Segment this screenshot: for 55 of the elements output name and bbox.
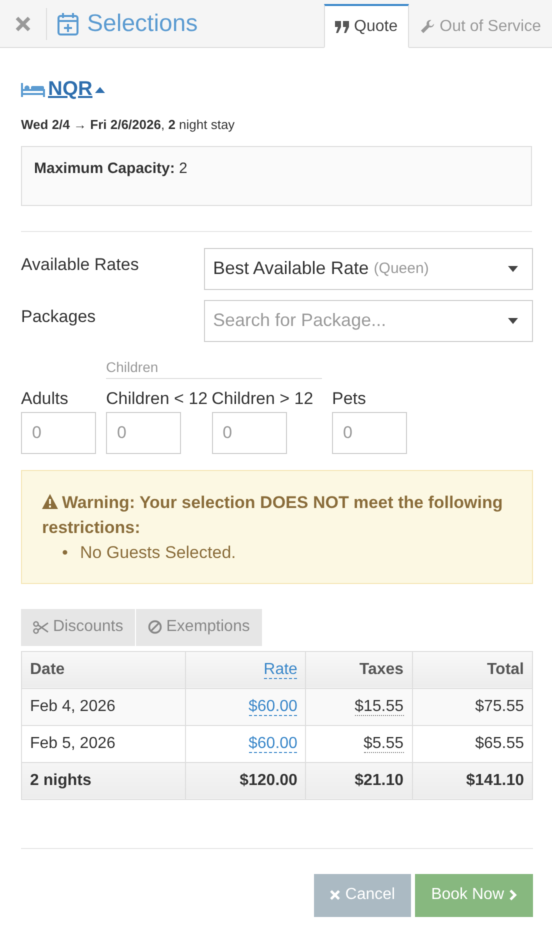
bullet: • <box>62 542 68 564</box>
rate-amount[interactable]: $60.00 <box>248 734 298 752</box>
column-header: Date <box>22 651 186 688</box>
warning-title: Warning: Your selection DOES NOT meet the following restrictions: <box>42 492 504 538</box>
select-field[interactable]: Best Available Rate (Queen) <box>204 248 533 290</box>
close-icon <box>330 890 340 900</box>
number-field[interactable]: 0 <box>106 412 181 454</box>
adjustment-tab[interactable]: Exemptions <box>136 608 262 646</box>
total-cell: 2 nights <box>22 762 186 799</box>
table-cell: $65.55 <box>412 725 532 762</box>
panel-title: Selections <box>87 10 198 38</box>
calendar-plus-icon <box>57 12 79 36</box>
caret-down-icon <box>508 266 518 272</box>
stay-dates: Wed 2/4 → Fri 2/6/2026, 2 night stay <box>21 116 236 132</box>
column-header: Taxes <box>306 651 412 688</box>
close-icon[interactable] <box>15 16 31 32</box>
scissors-icon <box>33 620 49 634</box>
room-link[interactable]: NQR <box>21 78 106 101</box>
restriction-item: No Guests Selected. <box>80 542 236 564</box>
field-label: Adults <box>21 388 70 408</box>
total-cell: $141.10 <box>412 762 532 799</box>
field-label: Children > 12 <box>212 388 314 408</box>
total-cell: $120.00 <box>186 762 306 799</box>
number-field[interactable]: 0 <box>212 412 287 454</box>
field-label: Available Rates <box>21 254 140 274</box>
bed-icon <box>21 82 45 98</box>
table-cell: Feb 4, 2026 <box>22 688 186 725</box>
cancel-button[interactable]: Cancel <box>314 874 412 916</box>
total-cell: $21.10 <box>306 762 412 799</box>
ban-icon <box>148 620 162 634</box>
tax-amount: $5.55 <box>364 734 404 752</box>
book-button[interactable]: Book Now <box>415 874 533 916</box>
field-label: Children < 12 <box>106 388 208 408</box>
table-cell: Feb 5, 2026 <box>22 725 186 762</box>
field-label: Packages <box>21 306 97 326</box>
quote-icon <box>335 20 350 32</box>
column-header: Total <box>412 651 532 688</box>
tab[interactable]: Quote <box>324 4 409 48</box>
wrench-icon <box>420 19 435 34</box>
chevron-right-icon <box>509 889 517 901</box>
number-field[interactable]: 0 <box>332 412 407 454</box>
group-label: Children <box>106 358 322 378</box>
field-label: Pets <box>332 388 368 408</box>
rate-amount[interactable]: $60.00 <box>248 698 298 716</box>
number-field[interactable]: 0 <box>21 412 96 454</box>
rate-header-link[interactable]: Rate <box>264 660 298 678</box>
caret-down-icon <box>508 318 518 324</box>
select-field[interactable]: Search for Package... <box>204 300 533 342</box>
adjustment-tab[interactable]: Discounts <box>21 608 136 646</box>
capacity-panel: Maximum Capacity: 2 <box>21 146 532 206</box>
caret-up-icon <box>95 86 106 92</box>
tab[interactable]: Out of Service <box>408 4 552 48</box>
tax-amount: $15.55 <box>354 698 404 716</box>
table-cell: $75.55 <box>412 688 532 725</box>
warning-icon <box>42 494 58 508</box>
